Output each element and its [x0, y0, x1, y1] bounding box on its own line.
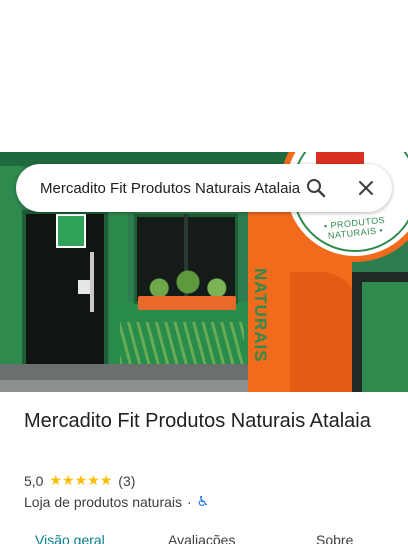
close-button[interactable]: [350, 172, 382, 204]
place-category[interactable]: Loja de produtos naturais: [24, 494, 182, 510]
photo-planter: [138, 296, 236, 310]
photo-door-sign: [56, 214, 86, 248]
photo-orange-curve: [290, 272, 360, 392]
top-blank-area: [0, 0, 408, 152]
place-title: Mercadito Fit Produtos Naturais Atalaia: [24, 410, 371, 432]
search-icon: [307, 179, 326, 198]
star-icon: ★: [62, 473, 75, 489]
rating-stars: ★ ★ ★ ★ ★: [49, 473, 112, 489]
separator-dot: ·: [187, 494, 192, 510]
star-icon: ★: [49, 473, 63, 489]
star-icon: ★: [74, 473, 88, 489]
photo-door-handle: [90, 252, 94, 312]
search-bar[interactable]: Mercadito Fit Produtos Naturais Atalaia: [16, 164, 392, 212]
review-count[interactable]: (3): [118, 473, 135, 489]
photo-curb: [0, 380, 260, 392]
search-input[interactable]: Mercadito Fit Produtos Naturais Atalaia: [40, 178, 302, 200]
tab-reviews[interactable]: Avaliações: [168, 532, 235, 544]
place-tabs: Visão geral Avaliações Sobre: [0, 528, 408, 544]
tab-overview[interactable]: Visão geral: [35, 532, 105, 544]
rating-value: 5,0: [24, 473, 44, 489]
star-icon: ★: [99, 473, 113, 489]
search-button[interactable]: [300, 172, 332, 204]
photo-vertical-word: NATURAIS: [251, 268, 270, 363]
tab-about[interactable]: Sobre: [316, 532, 353, 544]
photo-green-right: [362, 282, 408, 392]
close-icon: [359, 181, 373, 195]
rating-row[interactable]: 5,0 ★ ★ ★ ★ ★ (3): [24, 472, 135, 490]
category-row: Loja de produtos naturais · ♿: [24, 493, 209, 511]
star-icon: ★: [87, 473, 100, 489]
photo-plants: [120, 322, 244, 366]
wheelchair-icon: ♿: [196, 494, 210, 510]
